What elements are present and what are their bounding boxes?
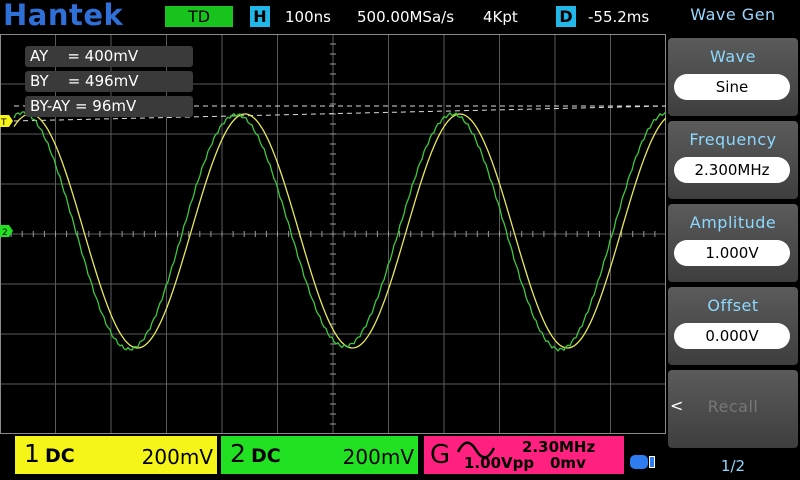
ch2-coupling: DC <box>251 445 281 467</box>
generator-offset: 0mv <box>550 454 586 472</box>
amplitude-value[interactable]: 1.000V <box>674 240 790 266</box>
menu-item-amplitude[interactable]: Amplitude 1.000V <box>668 204 798 282</box>
sample-rate: 500.00MSa/s <box>357 8 455 26</box>
menu-item-label: Wave <box>710 47 756 66</box>
wave-type-value[interactable]: Sine <box>674 74 790 100</box>
menu-title: Wave Gen <box>690 5 776 24</box>
generator-settings[interactable]: G 2.30MHz 1.00Vpp 0mv <box>424 436 624 474</box>
offset-value[interactable]: 0.000V <box>674 323 790 349</box>
menu-item-recall[interactable]: < Recall <box>668 370 798 448</box>
timebase-icon: H <box>250 6 270 27</box>
delay-value[interactable]: -55.2ms <box>588 7 649 27</box>
wave-gen-menu: Wave Gen Wave Sine Frequency 2.300MHz Am… <box>666 0 800 480</box>
frequency-value[interactable]: 2.300MHz <box>674 157 790 183</box>
recall-label: Recall <box>707 397 759 416</box>
cursor-ay-readout: AY = 400mV <box>25 46 193 67</box>
trigger-marker-label: T <box>0 118 7 128</box>
ch1-settings[interactable]: 1 DC 200mV <box>15 436 217 474</box>
status-bar: Hantek TD H 100ns 500.00MSa/s 4Kpt D -55… <box>0 0 666 34</box>
generator-label: G <box>430 440 451 470</box>
menu-item-offset[interactable]: Offset 0.000V <box>668 287 798 365</box>
ch1-scale: 200mV <box>141 445 213 469</box>
ch1-coupling: DC <box>45 445 75 467</box>
trigger-mode-badge[interactable]: TD <box>165 6 233 27</box>
ch2-settings[interactable]: 2 DC 200mV <box>221 436 418 474</box>
ch2-scale: 200mV <box>342 445 414 469</box>
menu-item-label: Frequency <box>689 130 777 149</box>
generator-frequency: 2.30MHz <box>522 438 596 456</box>
timebase-value[interactable]: 100ns <box>285 7 331 27</box>
menu-item-frequency[interactable]: Frequency 2.300MHz <box>668 121 798 199</box>
channel-bar: 1 DC 200mV 2 DC 200mV G 2.30MHz 1.00Vpp … <box>0 434 666 480</box>
ch2-marker-label: 2 <box>2 228 8 238</box>
brand-logo: Hantek <box>3 0 124 32</box>
menu-page-indicator[interactable]: 1/2 <box>666 457 800 475</box>
waveform-display[interactable]: T 2 AY = 400mV BY = 496mV BY-AY = 96mV <box>0 34 666 434</box>
ch2-number: 2 <box>230 439 246 468</box>
waveform-graticule: T 2 <box>0 34 666 434</box>
cursor-by-readout: BY = 496mV <box>25 71 193 92</box>
menu-item-label: Offset <box>707 296 759 315</box>
delay-icon: D <box>556 6 576 27</box>
memory-depth: 4Kpt <box>483 8 518 26</box>
ch1-number: 1 <box>24 439 40 468</box>
cursor-delta-readout: BY-AY = 96mV <box>25 96 193 117</box>
menu-item-wave[interactable]: Wave Sine <box>668 38 798 116</box>
generator-amplitude: 1.00Vpp <box>464 454 535 472</box>
battery-icon <box>630 455 655 469</box>
menu-item-label: Amplitude <box>689 213 777 232</box>
